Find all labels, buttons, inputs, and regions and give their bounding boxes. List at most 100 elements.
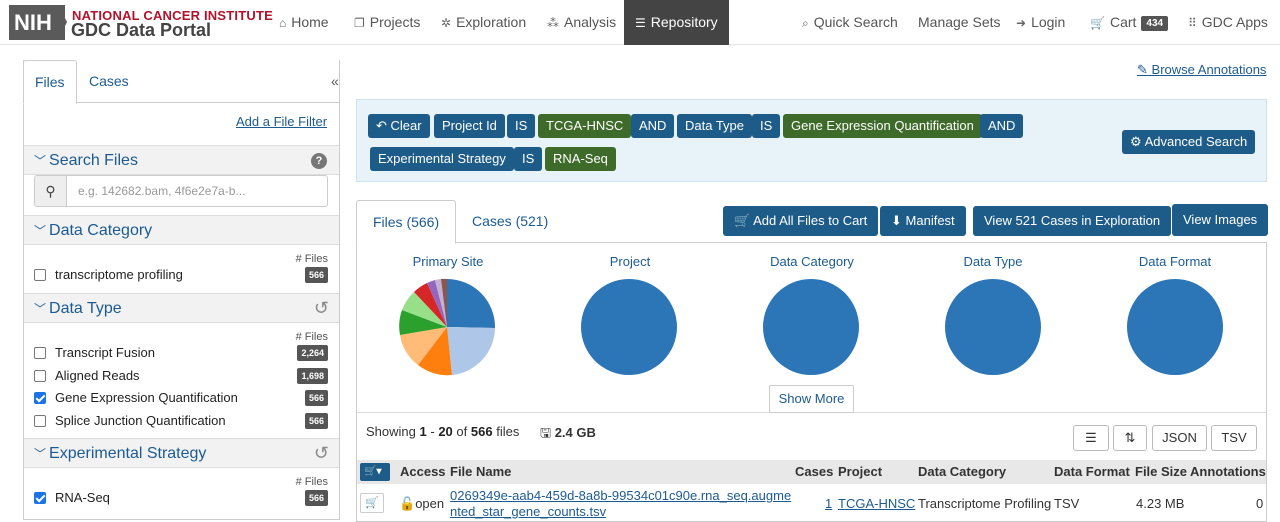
col-data-category[interactable]: Data Category	[918, 460, 1006, 484]
sort-button[interactable]: ⇅	[1113, 425, 1147, 451]
query-pill-field[interactable]: Data Type	[677, 114, 753, 138]
clear-query-button[interactable]: ↶ Clear	[368, 114, 430, 138]
access-cell: 🔓open	[399, 496, 445, 511]
checkbox[interactable]	[34, 415, 46, 427]
tab-cases[interactable]: Cases	[89, 60, 129, 103]
facet-experimental-strategy-header[interactable]: ﹀ Experimental Strategy ↺	[24, 438, 339, 468]
list-icon: ☰	[1085, 430, 1097, 445]
search-files-header[interactable]: ﹀ Search Files ?	[24, 145, 339, 175]
login-button[interactable]: ➜ Login	[1016, 0, 1065, 45]
files-count-header: # Files	[295, 331, 328, 343]
query-pill-field[interactable]: Experimental Strategy	[370, 147, 514, 171]
pie-slice[interactable]	[447, 279, 496, 328]
help-icon[interactable]: ?	[311, 153, 327, 169]
pie-data-type[interactable]	[944, 278, 1044, 378]
data-format-cell: TSV	[1054, 496, 1080, 511]
chevron-down-icon: ﹀	[34, 154, 47, 168]
cart-select-all-button[interactable]: 🛒▾	[360, 463, 390, 481]
view-cases-exploration-button[interactable]: View 521 Cases in Exploration	[973, 206, 1172, 236]
facet-item-transcriptome-profiling[interactable]: transcriptome profiling 566	[34, 265, 328, 285]
add-file-filter-link[interactable]: Add a File Filter	[236, 114, 327, 129]
pie-primary-site[interactable]	[398, 278, 498, 378]
tab-files[interactable]: Files	[23, 60, 77, 104]
cases-count-link[interactable]: 1	[825, 496, 832, 511]
nav-analysis[interactable]: ⁂ Analysis	[547, 0, 616, 45]
col-data-format[interactable]: Data Format	[1054, 460, 1130, 484]
col-file-name[interactable]: File Name	[450, 460, 511, 484]
reset-icon[interactable]: ↺	[314, 298, 329, 318]
cart-icon: 🛒	[734, 213, 751, 228]
gdc-apps-button[interactable]: ⠿ GDC Apps	[1188, 0, 1268, 45]
cart-button[interactable]: 🛒 Cart 434	[1090, 0, 1169, 45]
browse-annotations-link[interactable]: ✎ Browse Annotations	[1137, 62, 1266, 78]
pie-slice[interactable]	[581, 279, 677, 375]
facet-item-aligned-reads[interactable]: Aligned Reads 1,698	[34, 366, 328, 386]
caret-down-icon: ▾	[376, 466, 382, 477]
analysis-icon: ⁂	[547, 16, 559, 30]
add-all-to-cart-button[interactable]: 🛒 Add All Files to Cart	[723, 206, 879, 236]
nav-exploration[interactable]: ✲ Exploration	[441, 0, 526, 45]
query-pill-operator[interactable]: IS	[507, 114, 536, 138]
nav-repository[interactable]: ☰ Repository	[624, 0, 729, 45]
project-link[interactable]: TCGA-HNSC	[838, 496, 915, 511]
checkbox[interactable]	[34, 269, 46, 281]
checkbox-checked[interactable]	[34, 392, 46, 404]
col-file-size[interactable]: File Size	[1135, 460, 1187, 484]
facet-item-transcript-fusion[interactable]: Transcript Fusion 2,264	[34, 343, 328, 363]
collapse-sidebar-icon[interactable]: «	[331, 73, 339, 89]
logo-chevron	[58, 5, 67, 40]
tab-cases-results[interactable]: Cases (521)	[472, 200, 548, 243]
pie-slice[interactable]	[945, 279, 1041, 375]
file-size-cell: 4.23 MB	[1136, 496, 1185, 511]
checkbox[interactable]	[34, 347, 46, 359]
manifest-button[interactable]: ⬇ Manifest	[880, 206, 966, 236]
checkbox-checked[interactable]	[34, 492, 46, 504]
facet-data-category-header[interactable]: ﹀ Data Category	[24, 215, 339, 245]
login-icon: ➜	[1016, 16, 1027, 30]
add-to-cart-button[interactable]: 🛒	[360, 493, 384, 513]
pie-slice[interactable]	[1127, 279, 1223, 375]
view-images-button[interactable]: View Images	[1172, 204, 1269, 236]
query-pill-value[interactable]: TCGA-HNSC	[538, 114, 632, 138]
column-menu-button[interactable]: ☰	[1073, 425, 1109, 451]
col-annotations[interactable]: Annotations	[1190, 460, 1266, 484]
nih-logo[interactable]: NIH	[9, 5, 65, 40]
reset-icon[interactable]: ↺	[314, 443, 329, 463]
query-pill-field[interactable]: Project Id	[434, 114, 505, 138]
facet-item-gene-expression[interactable]: Gene Expression Quantification 566	[34, 388, 328, 408]
query-pill-value[interactable]: Gene Expression Quantification	[783, 114, 982, 138]
manage-sets-button[interactable]: Manage Sets	[918, 0, 1001, 45]
quick-search-button[interactable]: ⌕ Quick Search	[802, 0, 898, 45]
pie-data-category[interactable]	[762, 278, 862, 378]
nav-home[interactable]: ⌂ Home	[279, 0, 329, 45]
tab-files-results[interactable]: Files (566)	[356, 200, 457, 244]
pie-data-format[interactable]	[1126, 278, 1226, 378]
search-files-input[interactable]	[68, 176, 327, 206]
col-project[interactable]: Project	[838, 460, 882, 484]
col-cases[interactable]: Cases	[795, 460, 833, 484]
query-pill-operator[interactable]: IS	[514, 147, 543, 171]
col-access[interactable]: Access	[400, 460, 446, 484]
cart-icon: 🛒	[364, 466, 377, 477]
json-export-button[interactable]: JSON	[1152, 425, 1207, 451]
pie-slice[interactable]	[447, 327, 495, 375]
facet-data-type-header[interactable]: ﹀ Data Type ↺	[24, 293, 339, 323]
show-more-button[interactable]: Show More	[769, 385, 854, 413]
pie-project[interactable]	[580, 278, 680, 378]
query-pill-and[interactable]: AND	[631, 114, 675, 138]
file-name-link[interactable]: 0269349e-aab4-459d-8a8b-99534c01c90e.rna…	[450, 488, 791, 520]
query-pill-value[interactable]: RNA-Seq	[545, 147, 616, 171]
logo-portal[interactable]: GDC Data Portal	[71, 20, 211, 41]
files-count-header: # Files	[295, 253, 328, 265]
query-pill-and[interactable]: AND	[980, 114, 1024, 138]
tsv-export-button[interactable]: TSV	[1211, 425, 1257, 451]
pie-slice[interactable]	[763, 279, 859, 375]
checkbox[interactable]	[34, 370, 46, 382]
search-files-box: ⚲	[34, 175, 328, 207]
nav-projects[interactable]: ❐ Projects	[354, 0, 420, 45]
search-icon: ⚲	[35, 176, 67, 206]
advanced-search-button[interactable]: ⚙ Advanced Search	[1122, 130, 1256, 154]
query-pill-operator[interactable]: IS	[752, 114, 781, 138]
facet-item-rna-seq[interactable]: RNA-Seq 566	[34, 488, 328, 508]
facet-item-splice-junction[interactable]: Splice Junction Quantification 566	[34, 411, 328, 431]
